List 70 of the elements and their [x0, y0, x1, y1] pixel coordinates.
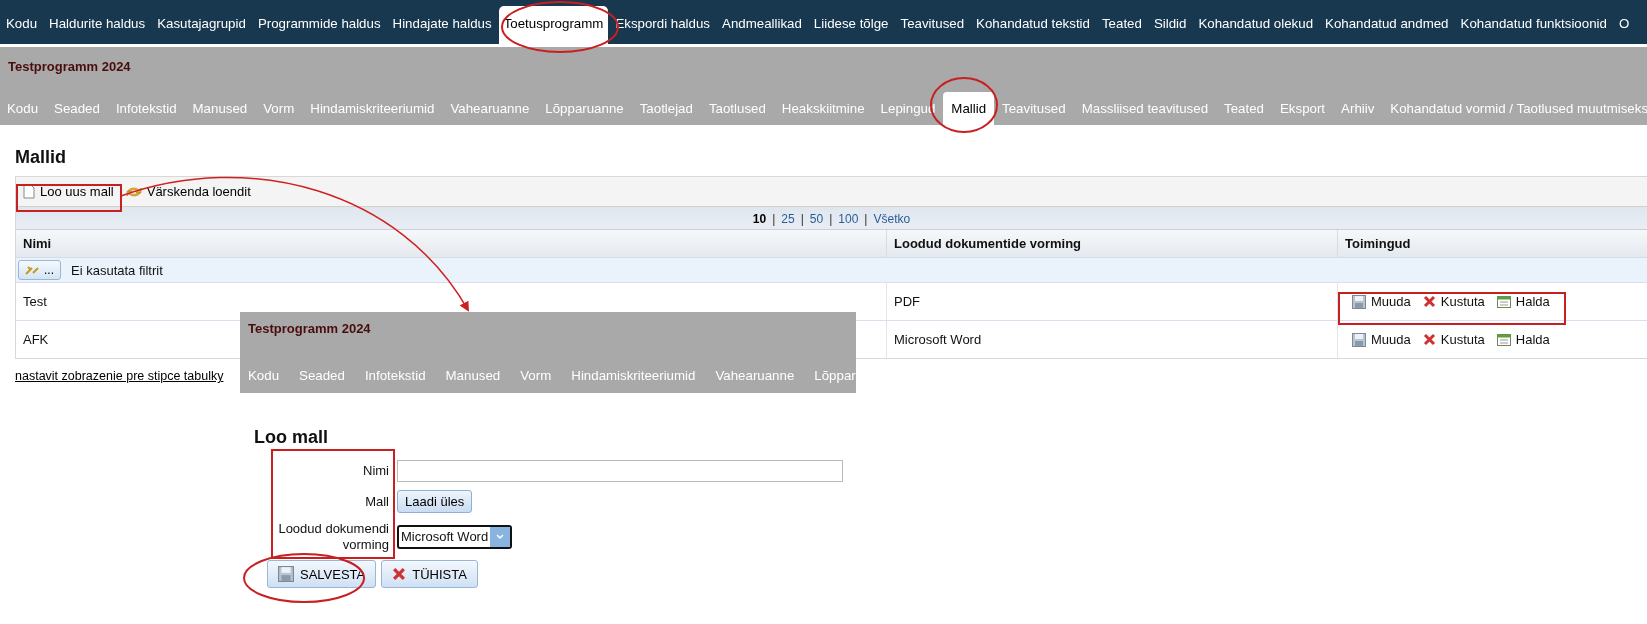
pager-separator: | — [829, 212, 833, 226]
program-tab-label: Seaded — [299, 368, 345, 383]
program-tab-label: Hindamiskriteeriumid — [571, 368, 696, 383]
page-size-link[interactable]: 10 — [752, 212, 767, 226]
format-select[interactable]: Microsoft Word — [397, 524, 513, 549]
pager-separator: | — [864, 212, 868, 226]
top-nav-item[interactable]: Teated — [1096, 16, 1147, 44]
top-nav-item[interactable]: Kohandatud funktsioonid — [1455, 16, 1612, 44]
manage-link[interactable]: Halda — [1496, 332, 1550, 347]
program-tab-label: Lõppar — [814, 368, 856, 383]
top-nav-item[interactable]: Kohandatud andmed — [1320, 16, 1454, 44]
delete-link[interactable]: Kustuta — [1422, 294, 1485, 309]
top-nav-item[interactable]: O — [1613, 16, 1635, 44]
page-size-link[interactable]: 100 — [838, 212, 859, 226]
field-label: Mall — [364, 493, 389, 510]
refresh-icon — [125, 184, 142, 199]
program-title: Testprogramm 2024 — [7, 58, 132, 74]
new-template-button[interactable]: Loo uus mall — [19, 182, 118, 201]
top-nav-item[interactable]: Kohandatud tekstid — [971, 16, 1095, 44]
page-size-link[interactable]: 25 — [781, 212, 795, 226]
pager-separator: | — [800, 212, 804, 226]
top-nav-item[interactable]: Hindajate haldus — [387, 16, 497, 44]
program-tab-label: Manused — [445, 368, 501, 383]
delete-x-icon — [1422, 333, 1436, 346]
edit-link[interactable]: Muuda — [1352, 332, 1411, 347]
page-size-link[interactable]: Všetko — [873, 212, 911, 226]
page-size-link[interactable]: 50 — [809, 212, 824, 226]
program-tab-label: Vorm — [520, 368, 552, 383]
name-text: AFK — [23, 332, 49, 347]
top-nav-item[interactable]: Toetusprogramm — [498, 6, 609, 44]
top-nav-item[interactable]: Haldurite haldus — [44, 16, 151, 44]
page-title: Mallid — [15, 147, 67, 168]
delete-x-icon — [1422, 295, 1436, 308]
delete-link[interactable]: Kustuta — [1422, 332, 1485, 347]
dropdown-caret-icon — [490, 526, 511, 547]
cancel-button[interactable]: TÜHISTA — [381, 560, 478, 589]
top-nav-item[interactable]: Liidese tõlge — [808, 16, 894, 44]
program-tab[interactable]: Mallid — [943, 92, 995, 125]
program-tab-label: Vahearuanne — [715, 368, 795, 383]
manage-link[interactable]: Halda — [1496, 294, 1550, 309]
close-icon — [392, 567, 407, 582]
pager-separator: | — [772, 212, 776, 226]
tools-icon — [25, 264, 40, 276]
form-title: Loo mall — [254, 427, 329, 448]
table-icon — [1496, 295, 1511, 308]
top-nav-item[interactable]: Kohandatud olekud — [1193, 16, 1319, 44]
program-tab-label: Infotekstid — [364, 368, 426, 383]
top-nav-item[interactable]: Programmide haldus — [252, 16, 386, 44]
column-header[interactable]: Nimi — [16, 230, 886, 257]
name-text: Test — [23, 294, 47, 309]
top-nav-item[interactable]: Sildid — [1148, 16, 1192, 44]
document-icon — [23, 184, 35, 199]
filter-button[interactable]: ... — [18, 260, 61, 280]
program-title: Testprogramm 2024 — [247, 320, 372, 336]
top-nav-item[interactable]: Andmeallikad — [717, 16, 807, 44]
filter-status: Ei kasutata filtrit — [71, 262, 163, 278]
upload-button[interactable]: Laadi üles — [397, 490, 473, 513]
format-text: PDF — [894, 294, 920, 309]
column-settings-link[interactable]: nastavit zobrazenie pre stipce tabulky — [15, 369, 224, 383]
top-nav-item[interactable]: Teavitused — [895, 16, 970, 44]
top-nav-item[interactable]: Kodu — [1, 16, 43, 44]
edit-link[interactable]: Muuda — [1352, 294, 1411, 309]
table-icon — [1496, 333, 1511, 346]
format-text: Microsoft Word — [894, 332, 982, 347]
field-label: Nimi — [362, 463, 389, 479]
program-tab-label: Kodu — [248, 368, 280, 383]
refresh-list-button[interactable]: Värskenda loendit — [121, 182, 255, 201]
name-input-field[interactable] — [397, 460, 843, 482]
top-nav-item[interactable]: Kasutajagrupid — [152, 16, 251, 44]
field-label: Loodud dokumendi vorming — [277, 521, 389, 553]
